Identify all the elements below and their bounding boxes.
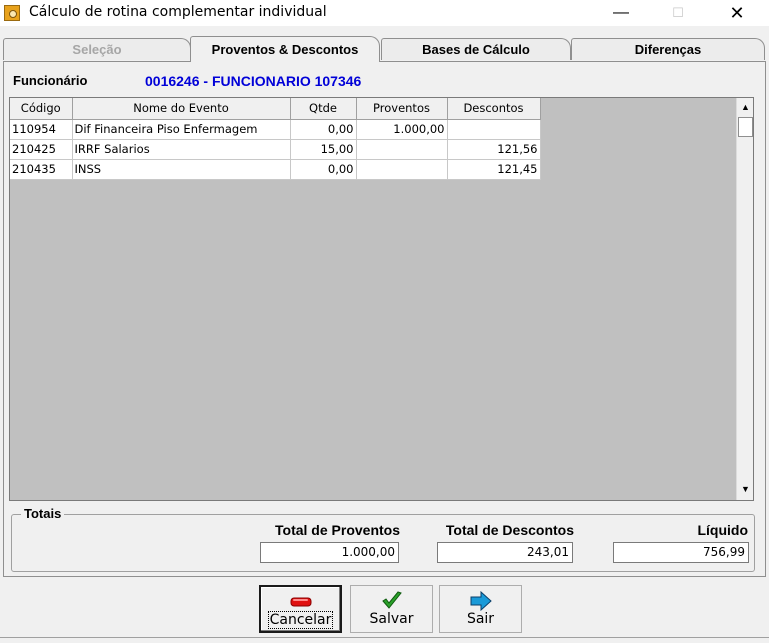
total-descontos-label: Total de Descontos: [445, 522, 574, 538]
checkmark-icon: [381, 591, 402, 609]
tab-strip: Seleção Proventos & Descontos Bases de C…: [3, 36, 766, 62]
arrow-right-icon: [470, 591, 492, 611]
vertical-scrollbar[interactable]: ▲ ▼: [736, 98, 753, 500]
cell-descontos[interactable]: 121,45: [447, 159, 541, 180]
cell-nome[interactable]: INSS: [72, 159, 291, 180]
cell-descontos[interactable]: [447, 119, 541, 140]
tab-diferencas[interactable]: Diferenças: [571, 38, 765, 60]
exit-button-label: Sair: [466, 611, 495, 627]
cell-qtde[interactable]: 0,00: [290, 159, 357, 180]
total-descontos-field[interactable]: 243,01: [437, 542, 573, 563]
tab-proventos-descontos[interactable]: Proventos & Descontos: [190, 36, 380, 62]
cell-codigo[interactable]: 110954: [10, 119, 73, 140]
title-bar: Cálculo de rotina complementar individua…: [0, 0, 769, 26]
table-row[interactable]: 110954 Dif Financeira Piso Enfermagem 0,…: [10, 119, 541, 140]
scroll-up-arrow-icon[interactable]: ▲: [737, 99, 753, 116]
maximize-button[interactable]: ☐: [655, 0, 701, 26]
tab-panel: Funcionário 0016246 - FUNCIONARIO 107346…: [3, 61, 766, 577]
cell-codigo[interactable]: 210425: [10, 139, 73, 160]
minimize-button[interactable]: —: [598, 0, 644, 26]
liquido-field[interactable]: 756,99: [613, 542, 749, 563]
liquido-label: Líquido: [697, 522, 748, 538]
cancel-button[interactable]: Cancelar: [259, 585, 342, 633]
grid-header-row: Código Nome do Evento Qtde Proventos Des…: [10, 98, 541, 120]
cancel-button-label: Cancelar: [267, 611, 334, 629]
cell-nome[interactable]: Dif Financeira Piso Enfermagem: [72, 119, 291, 140]
cell-proventos[interactable]: 1.000,00: [356, 119, 448, 140]
close-button[interactable]: ✕: [714, 0, 760, 26]
totals-legend: Totais: [21, 506, 65, 521]
cell-proventos[interactable]: [356, 159, 448, 180]
cell-descontos[interactable]: 121,56: [447, 139, 541, 160]
employee-value: 0016246 - FUNCIONARIO 107346: [145, 73, 362, 89]
cancel-icon: [290, 597, 311, 607]
cell-qtde[interactable]: 0,00: [290, 119, 357, 140]
table-row[interactable]: 210435 INSS 0,00 121,45: [10, 159, 541, 180]
column-header-proventos[interactable]: Proventos: [356, 98, 448, 120]
totals-group: Totais Total de Proventos 1.000,00 Total…: [11, 506, 755, 572]
table-row[interactable]: 210425 IRRF Salarios 15,00 121,56: [10, 139, 541, 160]
save-button[interactable]: Salvar: [350, 585, 433, 633]
app-icon: [4, 5, 20, 21]
column-header-nome-evento[interactable]: Nome do Evento: [72, 98, 291, 120]
cell-proventos[interactable]: [356, 139, 448, 160]
tab-selecao[interactable]: Seleção: [3, 38, 191, 60]
total-proventos-field[interactable]: 1.000,00: [260, 542, 399, 563]
scroll-down-arrow-icon[interactable]: ▼: [737, 481, 753, 498]
total-proventos-label: Total de Proventos: [275, 522, 400, 538]
column-header-descontos[interactable]: Descontos: [447, 98, 541, 120]
status-bar: [0, 637, 769, 643]
window-title: Cálculo de rotina complementar individua…: [29, 4, 327, 20]
cell-codigo[interactable]: 210435: [10, 159, 73, 180]
column-header-qtde[interactable]: Qtde: [290, 98, 357, 120]
cell-nome[interactable]: IRRF Salarios: [72, 139, 291, 160]
events-table: Código Nome do Evento Qtde Proventos Des…: [10, 98, 541, 180]
scroll-thumb[interactable]: [738, 117, 753, 137]
save-button-label: Salvar: [369, 611, 414, 627]
exit-button[interactable]: Sair: [439, 585, 522, 633]
column-header-codigo[interactable]: Código: [10, 98, 73, 120]
employee-label: Funcionário: [13, 73, 88, 88]
cell-qtde[interactable]: 15,00: [290, 139, 357, 160]
tab-bases-de-calculo[interactable]: Bases de Cálculo: [381, 38, 571, 60]
events-grid[interactable]: Código Nome do Evento Qtde Proventos Des…: [9, 97, 754, 501]
